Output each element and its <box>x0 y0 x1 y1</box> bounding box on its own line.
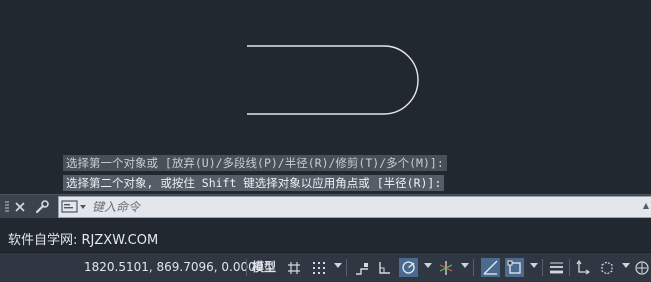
polar-tracking-icon[interactable] <box>399 258 418 277</box>
3d-object-snap-icon[interactable] <box>597 258 616 277</box>
command-history-line-1: 选择第一个对象或 [放弃(U)/多段线(P)/半径(R)/修剪(T)/多个(M)… <box>63 155 447 171</box>
lineweight-icon[interactable] <box>547 258 566 277</box>
command-bar: ▲ <box>0 194 651 218</box>
status-separator <box>569 259 570 276</box>
3dosnap-dropdown-chevron-down-icon[interactable] <box>622 263 630 268</box>
status-separator <box>542 259 543 276</box>
grip-handle-icon[interactable] <box>3 195 11 218</box>
infer-constraints-icon[interactable] <box>352 258 371 277</box>
object-snap-tracking-icon[interactable] <box>481 258 500 277</box>
snap-mode-icon[interactable] <box>309 258 328 277</box>
command-history-line-2: 选择第二个对象, 或按住 Shift 键选择对象以应用角点或 [半径(R)]: <box>63 175 445 191</box>
ortho-mode-icon[interactable] <box>374 258 393 277</box>
coordinate-readout: 1820.5101, 869.7096, 0.0000 <box>84 260 264 274</box>
close-icon[interactable] <box>12 195 28 218</box>
model-space-button[interactable]: 模型 <box>252 253 276 282</box>
isometric-drafting-icon[interactable] <box>436 258 455 277</box>
status-separator <box>346 259 347 276</box>
command-input-box[interactable]: ▲ <box>58 196 651 218</box>
watermark-text: 软件自学网: RJZXW.COM <box>8 233 159 248</box>
status-bar: 1820.5101, 869.7096, 0.0000 模型 <box>0 252 651 282</box>
grid-display-icon[interactable] <box>284 258 303 277</box>
command-input[interactable] <box>92 197 632 217</box>
status-separator <box>473 259 474 276</box>
isometric-dropdown-chevron-down-icon[interactable] <box>461 263 469 268</box>
status-separator <box>246 259 247 276</box>
selection-cycling-icon[interactable] <box>573 258 592 277</box>
object-snap-icon[interactable] <box>505 258 524 277</box>
polar-dropdown-chevron-down-icon[interactable] <box>424 263 432 268</box>
annotation-visibility-icon[interactable] <box>632 258 651 277</box>
command-prompt-icon[interactable] <box>61 199 87 215</box>
osnap-dropdown-chevron-down-icon[interactable] <box>530 263 538 268</box>
wrench-icon[interactable] <box>33 195 51 218</box>
filleted-polyline[interactable] <box>247 45 419 115</box>
snap-dropdown-chevron-down-icon[interactable] <box>334 263 342 268</box>
history-scroll-up-icon[interactable]: ▲ <box>643 201 649 210</box>
